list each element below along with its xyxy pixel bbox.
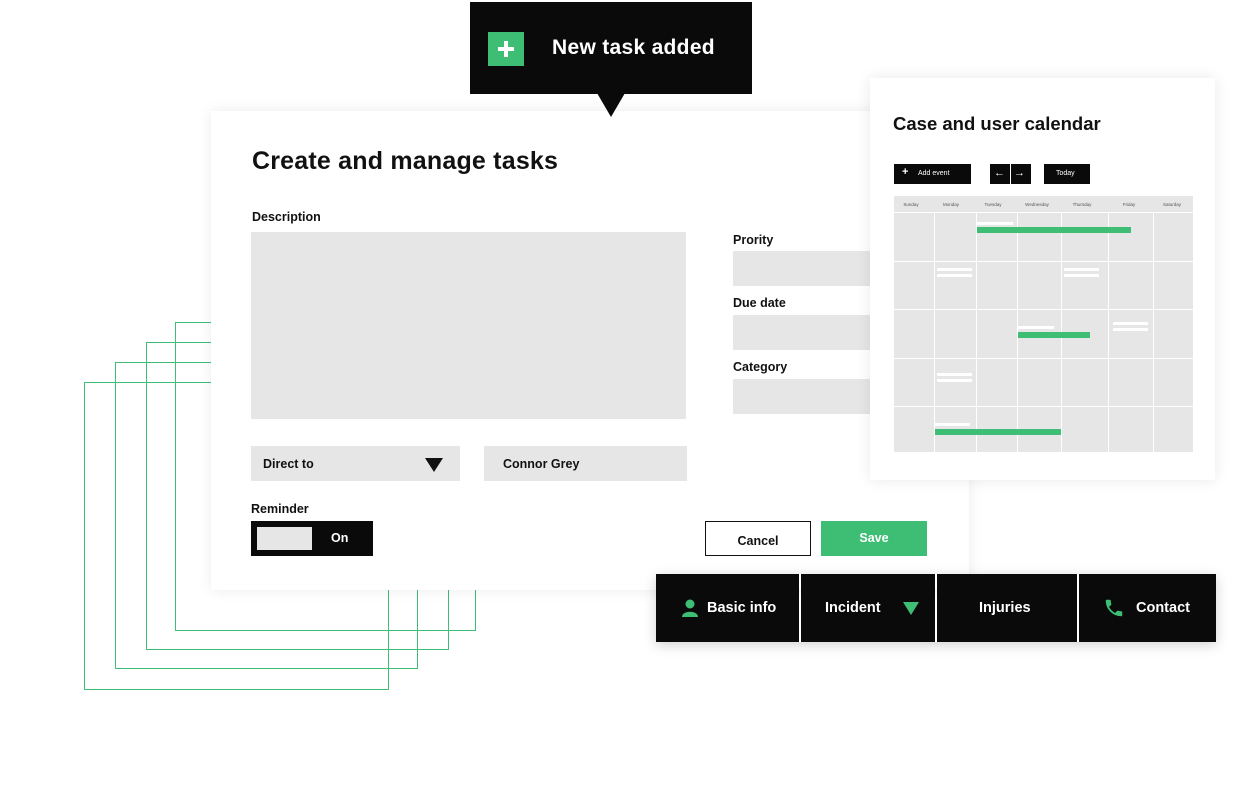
day-header-friday: Friday bbox=[1122, 202, 1136, 207]
day-header-sunday: Sunday bbox=[903, 202, 919, 207]
today-button[interactable]: Today bbox=[1044, 164, 1090, 184]
tab-basic-info[interactable]: Basic info bbox=[656, 574, 799, 642]
assignee-field[interactable]: Connor Grey bbox=[484, 446, 687, 481]
due-date-label: Due date bbox=[733, 296, 786, 310]
reminder-label: Reminder bbox=[251, 502, 309, 516]
priority-label: Prority bbox=[733, 233, 774, 247]
grid-line bbox=[976, 212, 977, 452]
tab-label: Contact bbox=[1136, 600, 1190, 616]
event-label-bar bbox=[937, 274, 972, 277]
event-label-bar bbox=[937, 373, 972, 376]
toast-notification: New task added bbox=[470, 2, 752, 94]
day-header-thursday: Thursday bbox=[1072, 202, 1092, 207]
toggle-state-label: On bbox=[331, 531, 349, 545]
add-event-label: Add event bbox=[918, 170, 950, 177]
day-header-monday: Monday bbox=[942, 202, 959, 207]
event-label-bar bbox=[977, 222, 1013, 225]
tab-label: Incident bbox=[825, 600, 881, 616]
due-date-field[interactable] bbox=[733, 315, 893, 350]
event-label-bar bbox=[1064, 274, 1099, 277]
arrow-right-icon: → bbox=[1014, 167, 1025, 179]
direct-to-label: Direct to bbox=[263, 457, 314, 471]
event-bar[interactable] bbox=[1018, 332, 1090, 338]
case-tab-bar: Basic info Incident Injuries Contact bbox=[656, 574, 1216, 642]
assignee-value: Connor Grey bbox=[503, 457, 580, 471]
priority-field[interactable] bbox=[733, 251, 893, 286]
event-label-bar bbox=[937, 379, 972, 382]
prev-button[interactable]: ← bbox=[990, 164, 1010, 184]
tab-injuries[interactable]: Injuries bbox=[937, 574, 1077, 642]
tab-label: Injuries bbox=[979, 600, 1031, 616]
description-textarea[interactable] bbox=[251, 232, 686, 419]
event-label-bar bbox=[1018, 326, 1054, 329]
category-label: Category bbox=[733, 360, 788, 374]
toggle-knob bbox=[257, 527, 312, 550]
event-label-bar bbox=[1064, 268, 1099, 271]
grid-line bbox=[934, 212, 935, 452]
calendar-grid: Sunday Monday Tuesday Wednesday Thursday… bbox=[894, 196, 1193, 452]
event-bar[interactable] bbox=[935, 429, 1061, 435]
event-bar[interactable] bbox=[977, 227, 1131, 233]
grid-line bbox=[894, 406, 1193, 407]
grid-line bbox=[1153, 212, 1154, 452]
tab-label: Basic info bbox=[707, 600, 777, 616]
tab-incident[interactable]: Incident bbox=[801, 574, 935, 642]
plus-icon: + bbox=[902, 166, 909, 178]
user-icon bbox=[682, 599, 698, 617]
grid-line bbox=[894, 358, 1193, 359]
direct-to-select[interactable]: Direct to bbox=[251, 446, 460, 481]
category-field[interactable] bbox=[733, 379, 893, 414]
grid-line bbox=[894, 261, 1193, 262]
chevron-down-icon bbox=[425, 458, 443, 472]
today-label: Today bbox=[1056, 170, 1075, 177]
page-title: Create and manage tasks bbox=[252, 147, 559, 175]
description-label: Description bbox=[252, 210, 321, 224]
calendar-card: Case and user calendar + Add event ← → T… bbox=[870, 78, 1215, 480]
tab-contact[interactable]: Contact bbox=[1079, 574, 1216, 642]
event-label-bar bbox=[1113, 328, 1148, 331]
save-button[interactable]: Save bbox=[821, 521, 927, 556]
plus-icon bbox=[488, 32, 524, 66]
phone-icon bbox=[1105, 599, 1123, 617]
toast-message: New task added bbox=[552, 36, 715, 59]
day-header-wednesday: Wednesday bbox=[1025, 202, 1049, 207]
cancel-button[interactable]: Cancel bbox=[705, 521, 811, 556]
event-label-bar bbox=[937, 268, 972, 271]
add-event-button[interactable]: + Add event bbox=[894, 164, 971, 184]
toast-pointer bbox=[597, 93, 625, 117]
grid-line bbox=[1108, 212, 1109, 452]
day-header-tuesday: Tuesday bbox=[984, 202, 1002, 207]
event-label-bar bbox=[1113, 322, 1148, 325]
grid-line bbox=[894, 309, 1193, 310]
day-header-saturday: Saturday bbox=[1162, 202, 1181, 207]
next-button[interactable]: → bbox=[1011, 164, 1031, 184]
chevron-down-icon bbox=[903, 602, 919, 615]
grid-line bbox=[894, 212, 1193, 213]
task-form-card: Create and manage tasks Description Pror… bbox=[211, 111, 969, 590]
arrow-left-icon: ← bbox=[994, 167, 1005, 179]
reminder-toggle[interactable]: On bbox=[251, 521, 373, 556]
calendar-title: Case and user calendar bbox=[893, 113, 1101, 134]
event-label-bar bbox=[935, 423, 970, 426]
